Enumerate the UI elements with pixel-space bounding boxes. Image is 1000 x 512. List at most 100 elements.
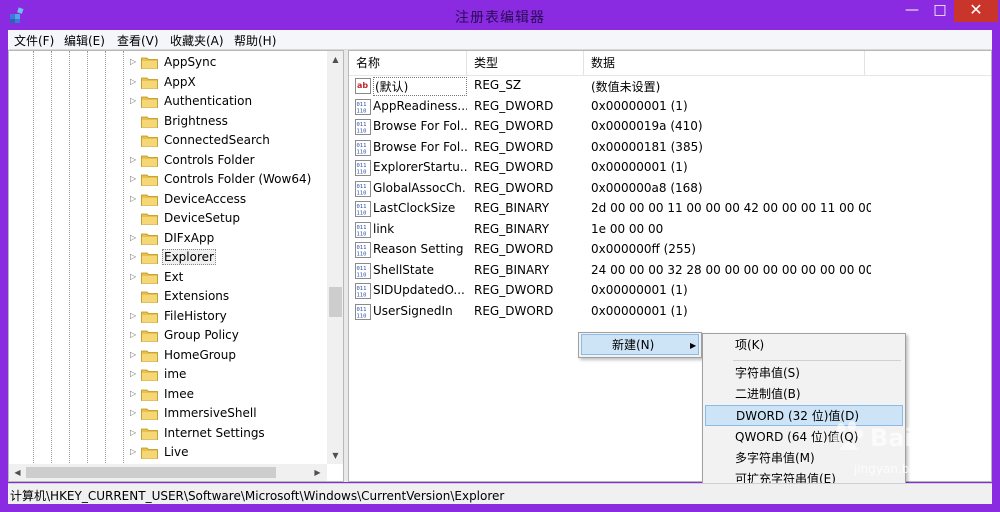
binary-value-icon: 011110 (355, 221, 371, 238)
tree-vertical-scrollbar[interactable]: ▲ ▼ (327, 51, 343, 464)
tree-item[interactable]: ▷ FileHistory (9, 307, 329, 326)
expand-arrow-icon[interactable]: ▷ (130, 155, 138, 165)
folder-icon (141, 330, 158, 342)
value-data: 1e 00 00 00 (591, 221, 664, 236)
tree-item[interactable]: ▷ Internet Settings (9, 424, 329, 443)
value-row[interactable]: 011 110 Reason Setting REG_DWORD 0x000000ff … (349, 240, 991, 260)
submenu-item-key[interactable]: 项(K) (705, 335, 903, 356)
column-header-type[interactable]: 类型 (467, 51, 584, 75)
expand-arrow-icon[interactable]: ▷ (130, 194, 138, 204)
binary-value-icon: 011110 (355, 242, 371, 258)
tree-horizontal-scrollbar[interactable]: ◀ ▶ (9, 464, 327, 481)
tree-item[interactable]: ▷ DIFxApp (9, 229, 329, 248)
tree-item[interactable]: ▷ ImmersiveShell (9, 404, 329, 423)
tree-item[interactable]: DeviceSetup (9, 209, 329, 228)
value-row[interactable]: ab (默认) REG_SZ (数值未设置) (349, 76, 991, 96)
binary-value-icon: 011110 (355, 139, 371, 156)
tree-item[interactable]: ▷ Ext (9, 268, 329, 287)
value-data: 0x0000019a (410) (591, 119, 703, 133)
tree-item[interactable]: ▷ HomeGroup (9, 346, 329, 365)
tree-item[interactable]: Extensions (9, 287, 329, 306)
menu-edit[interactable]: 编辑(E) (60, 32, 109, 49)
tree-item[interactable]: ConnectedSearch (9, 131, 329, 150)
tree-item[interactable]: ▷ AppX (9, 73, 329, 92)
expand-arrow-icon[interactable]: ▷ (130, 428, 138, 438)
svg-text:110: 110 (357, 211, 367, 217)
value-data: 24 00 00 00 32 28 00 00 00 00 00 00 00 0… (591, 262, 871, 277)
submenu-item-string-value[interactable]: 字符串值(S) (705, 363, 903, 384)
svg-text:110: 110 (357, 149, 367, 155)
value-data: 0x00000181 (385) (591, 139, 703, 154)
tree-horizontal-scroll-thumb[interactable] (26, 467, 276, 478)
expand-arrow-icon[interactable]: ▷ (130, 96, 138, 106)
expand-arrow-icon[interactable]: ▷ (130, 408, 138, 418)
value-row[interactable]: 011 110 SIDUpdatedO... REG_DWORD 0x00000001 … (349, 281, 991, 301)
tree-item[interactable]: ▷ ime (9, 365, 329, 384)
maximize-button[interactable]: □ (926, 0, 954, 22)
value-row[interactable]: 011 110 ShellState REG_BINARY 24 00 00 00 32… (349, 261, 991, 281)
column-header-data[interactable]: 数据 (584, 51, 865, 75)
title-bar[interactable]: 注册表编辑器 — □ ✕ (0, 0, 1000, 30)
watermark-text: Bai 经验 (870, 424, 970, 452)
scroll-left-icon[interactable]: ◀ (9, 464, 26, 481)
value-row[interactable]: 011 110 Browse For Fol... REG_DWORD 0x000001… (349, 138, 991, 158)
binary-value-icon: 011110 (355, 303, 371, 320)
tree-item[interactable]: ▷ AppSync (9, 53, 329, 72)
tree-item[interactable]: ▷ Controls Folder (Wow64) (9, 170, 329, 189)
svg-text:011: 011 (357, 102, 367, 108)
menu-help[interactable]: 帮助(H) (230, 32, 280, 49)
tree-item-label: Imee (164, 386, 194, 401)
expand-arrow-icon[interactable]: ▷ (130, 174, 138, 184)
menu-item-new[interactable]: 新建(N) ▶ (581, 334, 699, 355)
expand-arrow-icon[interactable]: ▷ (130, 447, 138, 457)
menu-favorites[interactable]: 收藏夹(A) (166, 32, 228, 49)
value-row[interactable]: 011 110 LastClockSize REG_BINARY 2d 00 00 00… (349, 199, 991, 219)
expand-arrow-icon[interactable]: ▷ (130, 330, 138, 340)
expand-arrow-icon[interactable]: ▷ (130, 57, 138, 67)
tree-item[interactable]: ▷ Imee (9, 385, 329, 404)
folder-icon (141, 428, 158, 440)
submenu-arrow-icon: ▶ (690, 341, 697, 350)
submenu-item-binary-value[interactable]: 二进制值(B) (705, 384, 903, 405)
folder-icon (141, 233, 158, 245)
column-header-name[interactable]: 名称 (349, 51, 467, 75)
scroll-up-icon[interactable]: ▲ (327, 51, 343, 68)
tree-item[interactable]: ▷ Group Policy (9, 326, 329, 345)
value-row[interactable]: 011 110 GlobalAssocCh... REG_DWORD 0x000000a… (349, 179, 991, 199)
tree-vertical-scroll-thumb[interactable] (329, 287, 342, 317)
tree-item[interactable]: Brightness (9, 112, 329, 131)
scroll-right-icon[interactable]: ▶ (309, 464, 326, 481)
svg-text:110: 110 (357, 190, 367, 196)
value-row[interactable]: 011 110 AppReadiness... REG_DWORD 0x00000001… (349, 97, 991, 117)
expand-arrow-icon[interactable]: ▷ (130, 233, 138, 243)
value-row[interactable]: 011 110 ExplorerStartu... REG_DWORD 0x000000… (349, 158, 991, 178)
expand-arrow-icon[interactable]: ▷ (130, 350, 138, 360)
tree-item[interactable]: ▷ Controls Folder (9, 151, 329, 170)
svg-text:110: 110 (357, 252, 367, 258)
expand-arrow-icon[interactable]: ▷ (130, 389, 138, 399)
value-row[interactable]: 011 110 Browse For Fol... REG_DWORD 0x000001… (349, 117, 991, 137)
value-name: GlobalAssocCh... (373, 180, 467, 195)
tree-item[interactable]: ▷ DeviceAccess (9, 190, 329, 209)
folder-icon (141, 311, 158, 323)
menu-view[interactable]: 查看(V) (113, 32, 163, 49)
tree-item[interactable]: ▷ Live (9, 443, 329, 462)
folder-icon (141, 57, 158, 69)
minimize-button[interactable]: — (898, 0, 926, 22)
expand-arrow-icon[interactable]: ▷ (130, 77, 138, 87)
expand-arrow-icon[interactable]: ▷ (130, 252, 138, 262)
folder-icon (141, 96, 158, 108)
menu-file[interactable]: 文件(F) (10, 32, 58, 49)
value-type: REG_SZ (474, 78, 522, 92)
expand-arrow-icon[interactable]: ▷ (130, 311, 138, 321)
key-tree-pane[interactable]: ▷ AppSync ▷ AppX ▷ Authentication Brightness Co… (8, 50, 344, 482)
value-row[interactable]: 011 110 link REG_BINARY 1e 00 00 00 (349, 220, 991, 240)
tree-item[interactable]: ▷ Authentication (9, 92, 329, 111)
expand-arrow-icon[interactable]: ▷ (130, 272, 138, 282)
value-row[interactable]: 011 110 UserSignedIn REG_DWORD 0x00000001 (1… (349, 302, 991, 322)
tree-item[interactable]: ▷ Explorer (9, 248, 329, 267)
close-button[interactable]: ✕ (954, 0, 998, 22)
svg-text:011: 011 (357, 225, 367, 231)
scroll-down-icon[interactable]: ▼ (327, 447, 343, 464)
expand-arrow-icon[interactable]: ▷ (130, 369, 138, 379)
